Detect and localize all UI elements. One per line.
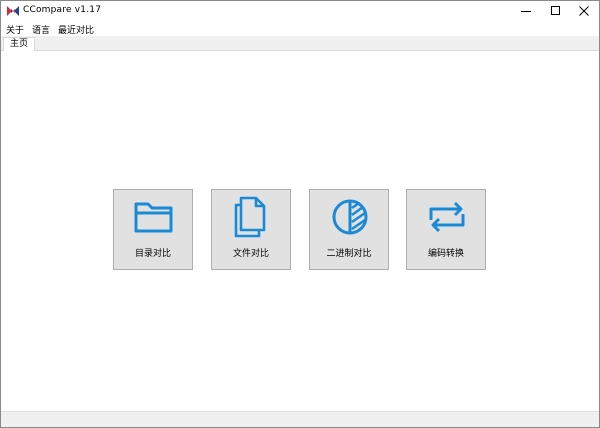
minimize-button[interactable] [511,1,541,21]
folder-icon [134,202,173,233]
binary-compare-button[interactable]: 二进制对比 [309,189,389,270]
status-bar [1,411,599,427]
file-compare-label: 文件对比 [232,249,269,259]
tab-strip: 主页 [1,36,599,51]
encoding-convert-label: 编码转换 [427,249,464,259]
encoding-convert-icon [429,201,465,233]
maximize-icon [551,6,560,15]
directory-compare-button[interactable]: 目录对比 [113,189,193,270]
directory-compare-label: 目录对比 [134,249,171,259]
home-page: 目录对比 文件对比 二进制对比 编码转换 [1,51,599,411]
menu-language[interactable]: 语言 [32,23,50,36]
window-title: CCompare v1.17 [23,5,102,15]
maximize-button[interactable] [541,1,571,21]
binary-compare-label: 二进制对比 [326,249,372,259]
files-icon [234,196,266,238]
app-logo-icon [7,6,19,16]
menu-recent-compare[interactable]: 最近对比 [58,23,94,36]
tab-home[interactable]: 主页 [3,37,35,51]
close-icon [579,6,589,16]
binary-compare-icon [332,199,368,235]
app-window: CCompare v1.17 关于 语言 最近对比 主页 目录对比 文件对比 二… [0,0,600,428]
file-compare-button[interactable]: 文件对比 [211,189,291,270]
menu-bar: 关于 语言 最近对比 [1,21,599,36]
menu-about[interactable]: 关于 [6,23,24,36]
minimize-icon [521,11,531,12]
encoding-convert-button[interactable]: 编码转换 [406,189,486,270]
close-button[interactable] [569,1,599,21]
title-bar[interactable]: CCompare v1.17 [1,1,599,21]
